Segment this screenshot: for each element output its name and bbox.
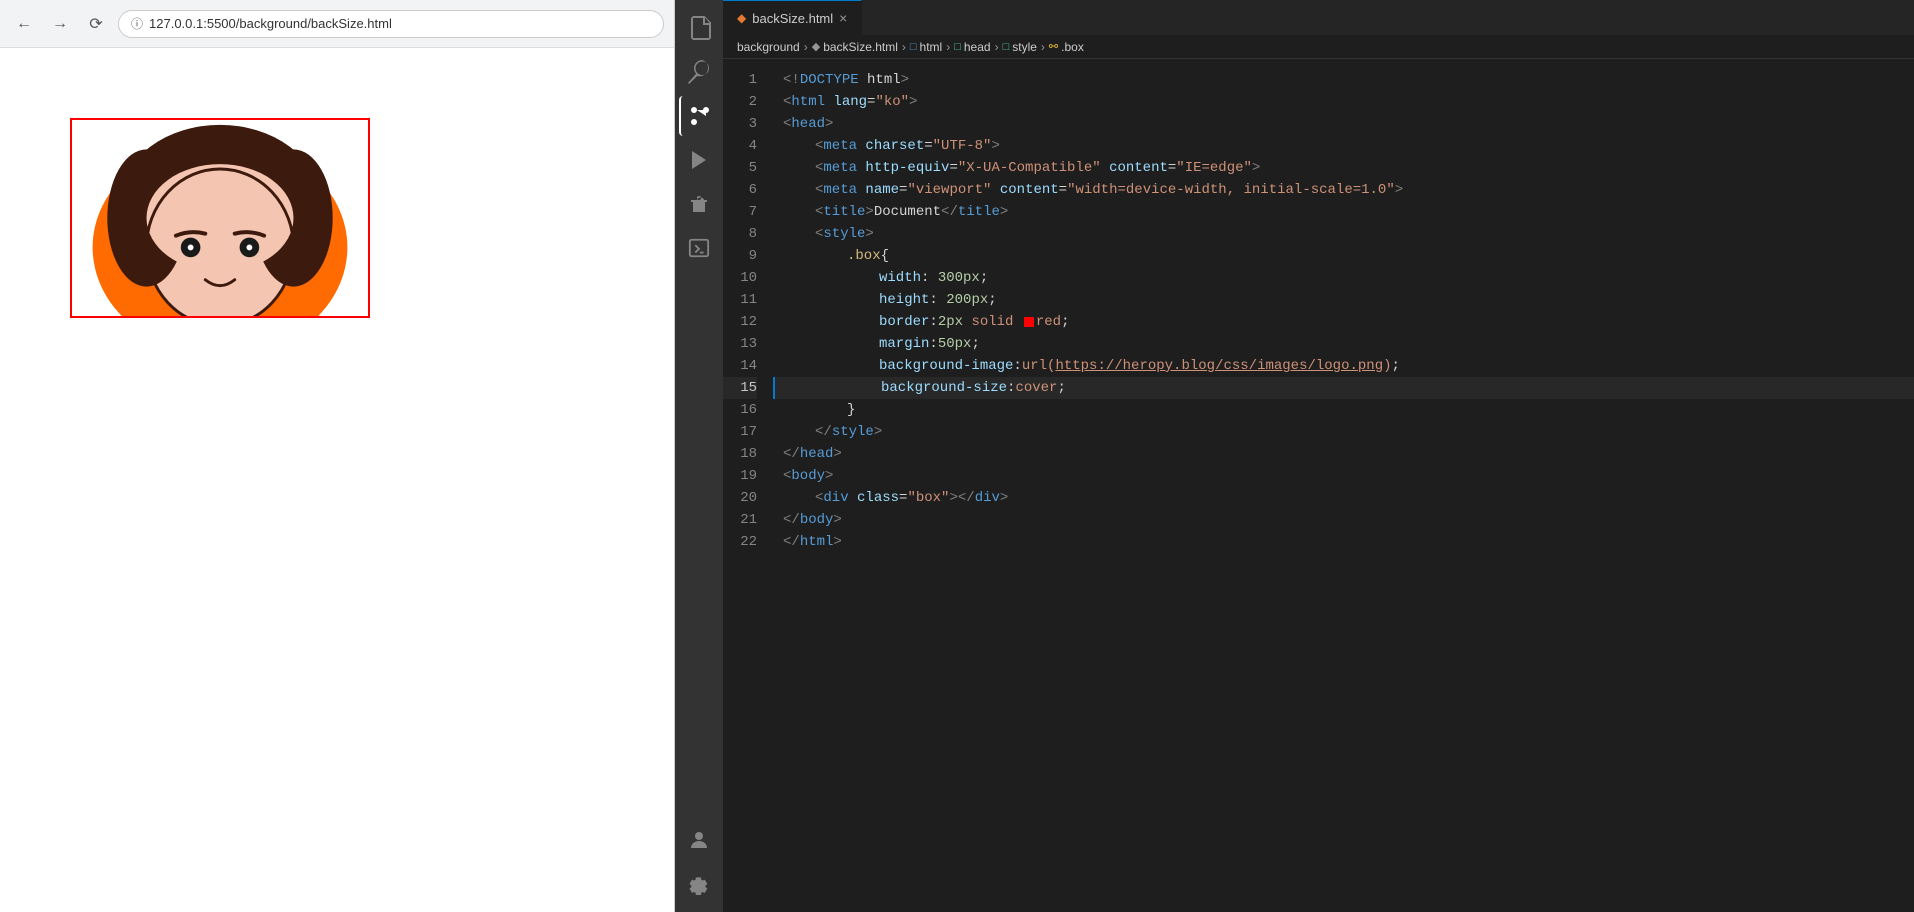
code-content[interactable]: <!DOCTYPE html> <html lang="ko"> <head> …: [773, 59, 1914, 912]
browser-content: [0, 48, 674, 912]
lock-icon: ⓘ: [131, 15, 143, 32]
activity-files-icon[interactable]: [679, 8, 719, 48]
code-line-2: <html lang="ko">: [773, 91, 1914, 113]
browser-pane: ← → ⟳ ⓘ 127.0.0.1:5500/background/backSi…: [0, 0, 675, 912]
code-line-21: </body>: [773, 509, 1914, 531]
code-line-4: <meta charset="UTF-8">: [773, 135, 1914, 157]
address-bar[interactable]: ⓘ 127.0.0.1:5500/background/backSize.htm…: [118, 10, 664, 38]
activity-settings-icon[interactable]: [679, 864, 719, 904]
tab-filename: backSize.html: [752, 11, 833, 26]
code-line-22: </html>: [773, 531, 1914, 553]
activity-git-icon[interactable]: [679, 96, 719, 136]
back-button[interactable]: ←: [10, 10, 38, 38]
code-line-10: width: 300px;: [773, 267, 1914, 289]
code-line-7: <title>Document</title>: [773, 201, 1914, 223]
code-line-5: <meta http-equiv="X-UA-Compatible" conte…: [773, 157, 1914, 179]
code-line-14: background-image:url(https://heropy.blog…: [773, 355, 1914, 377]
reload-button[interactable]: ⟳: [82, 10, 110, 38]
bc-box: .box: [1061, 40, 1084, 54]
code-line-13: margin:50px;: [773, 333, 1914, 355]
code-line-20: <div class="box"></div>: [773, 487, 1914, 509]
red-color-swatch: [1024, 317, 1034, 327]
code-line-19: <body>: [773, 465, 1914, 487]
activity-search-icon[interactable]: [679, 52, 719, 92]
bc-file: backSize.html: [823, 40, 898, 54]
editor-area: ◆ backSize.html × background › ◆ backSiz…: [723, 0, 1914, 912]
code-line-17: </style>: [773, 421, 1914, 443]
code-line-18: </head>: [773, 443, 1914, 465]
tab-close-button[interactable]: ×: [839, 11, 847, 25]
forward-button[interactable]: →: [46, 10, 74, 38]
url-text: 127.0.0.1:5500/background/backSize.html: [149, 16, 392, 31]
code-line-16: }: [773, 399, 1914, 421]
vscode-pane: ◆ backSize.html × background › ◆ backSiz…: [675, 0, 1914, 912]
tab-file-icon: ◆: [737, 11, 746, 25]
code-line-6: <meta name="viewport" content="width=dev…: [773, 179, 1914, 201]
code-line-9: .box{: [773, 245, 1914, 267]
code-line-12: border:2px solid red;: [773, 311, 1914, 333]
bc-background: background: [737, 40, 800, 54]
breadcrumb: background › ◆ backSize.html › □ html › …: [723, 35, 1914, 59]
bc-html: html: [920, 40, 943, 54]
bc-head: head: [964, 40, 991, 54]
preview-box: [70, 118, 370, 318]
code-line-15: background-size:cover;: [773, 377, 1914, 399]
bc-style: style: [1012, 40, 1037, 54]
character-svg: [72, 120, 368, 316]
code-line-8: <style>: [773, 223, 1914, 245]
activity-terminal-icon[interactable]: [679, 228, 719, 268]
code-line-3: <head>: [773, 113, 1914, 135]
active-tab[interactable]: ◆ backSize.html ×: [723, 0, 862, 35]
line-numbers: 12345 678910 11121314 15 16171819 202122: [723, 59, 773, 912]
tab-bar: ◆ backSize.html ×: [723, 0, 1914, 35]
activity-debug-icon[interactable]: [679, 140, 719, 180]
browser-toolbar: ← → ⟳ ⓘ 127.0.0.1:5500/background/backSi…: [0, 0, 674, 48]
code-line-11: height: 200px;: [773, 289, 1914, 311]
activity-account-icon[interactable]: [679, 820, 719, 860]
activity-bar: [675, 0, 723, 912]
activity-extensions-icon[interactable]: [679, 184, 719, 224]
code-editor[interactable]: 12345 678910 11121314 15 16171819 202122…: [723, 59, 1914, 912]
code-line-1: <!DOCTYPE html>: [773, 69, 1914, 91]
